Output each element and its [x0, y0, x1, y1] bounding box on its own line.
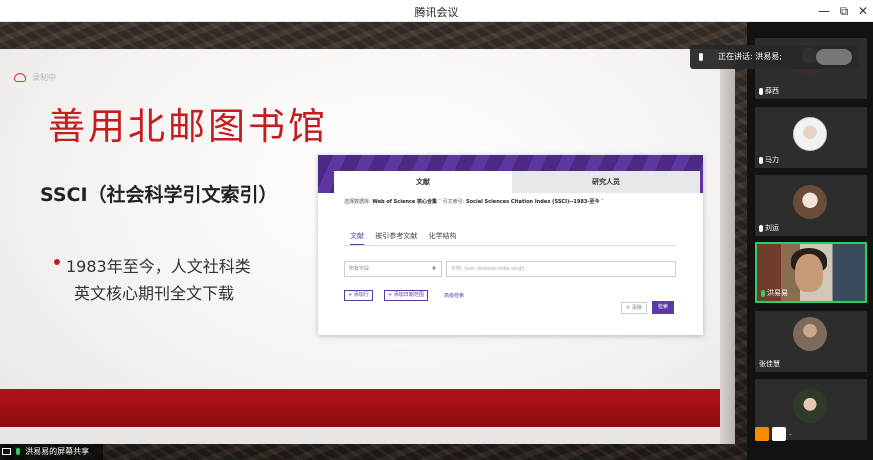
- bullet-line-1: 1983年至今，人文社科类: [66, 257, 251, 276]
- citation-index-value[interactable]: Social Sciences Citation Index (SSCI)--1…: [466, 199, 599, 205]
- slide-bottom-edge: [0, 427, 720, 444]
- database-value[interactable]: Web of Science 核心合集: [372, 199, 437, 205]
- slide-red-band: [0, 389, 720, 427]
- participant-name: 马力: [759, 155, 779, 165]
- recording-icon: [14, 73, 26, 82]
- search-input[interactable]: 示例: liver disease india singh: [446, 261, 676, 277]
- participant-strip: .: [755, 425, 867, 445]
- participant-tile-speaking[interactable]: 洪易易: [755, 242, 867, 303]
- database-selector[interactable]: 选择数据库: Web of Science 核心合集 ˅ 引文索引: Socia…: [344, 198, 603, 205]
- subtab-cited-references[interactable]: 被引参考文献: [375, 232, 417, 240]
- participant-name: 洪易易: [761, 288, 788, 298]
- chevron-down-icon: ▼: [432, 266, 436, 272]
- screen-share-label: 洪易易的屏幕共享: [0, 444, 103, 460]
- wos-tabs: 文献 研究人员: [334, 171, 700, 193]
- video-face: [795, 254, 823, 292]
- recording-label: 录制中: [32, 73, 56, 82]
- mic-icon: [759, 156, 763, 164]
- participant-name: 张佳慧: [759, 360, 780, 368]
- divider: [344, 245, 676, 246]
- citation-index-label: 引文索引:: [442, 199, 465, 205]
- slide-edge: [720, 49, 735, 444]
- close-button[interactable]: ✕: [854, 2, 872, 20]
- avatar: [793, 389, 827, 423]
- screen-share-icon: [2, 448, 11, 455]
- bullet-line-2: 英文核心期刊全文下载: [74, 284, 235, 303]
- avatar: [793, 117, 827, 151]
- avatar: [793, 185, 827, 219]
- search-button[interactable]: 检索: [652, 301, 674, 314]
- bullet-dot-icon: [54, 259, 60, 265]
- user-icon[interactable]: [755, 427, 769, 441]
- field-select-value: 所有字段: [349, 266, 370, 272]
- avatar: [793, 317, 827, 351]
- slide-title: 善用北邮图书馆: [48, 105, 328, 148]
- add-date-range-button[interactable]: + 添加日期范围: [384, 290, 428, 301]
- mic-icon: [699, 53, 703, 61]
- window-title: 腾讯会议: [414, 6, 459, 19]
- mic-icon: [15, 448, 20, 455]
- restore-button[interactable]: ⧉: [835, 2, 853, 20]
- participant-tile[interactable]: 张佳慧: [755, 311, 867, 372]
- mic-icon: [759, 87, 763, 95]
- participant-name: 薛西: [759, 86, 779, 96]
- add-row-button[interactable]: + 添加行: [344, 290, 373, 301]
- web-of-science-panel: 文献 研究人员 选择数据库: Web of Science 核心合集 ˅ 引文索…: [318, 155, 703, 335]
- minimize-button[interactable]: —: [815, 2, 833, 20]
- participant-tile[interactable]: 马力: [755, 107, 867, 168]
- tab-documents[interactable]: 文献: [334, 171, 512, 193]
- participant-tile[interactable]: 刘运: [755, 175, 867, 236]
- subtab-documents[interactable]: 文献: [350, 232, 364, 246]
- participant-name: .: [789, 428, 792, 437]
- advanced-search-link[interactable]: 高级检索: [444, 292, 464, 299]
- speaking-indicator: 正在讲话: 洪易易;: [690, 45, 858, 69]
- mic-icon[interactable]: [772, 427, 786, 441]
- subtab-chemical-structure[interactable]: 化学结构: [428, 232, 456, 240]
- mic-active-icon: [761, 289, 765, 297]
- screen-share-owner: 洪易易的屏幕共享: [25, 447, 90, 456]
- reaction-icon[interactable]: [816, 49, 852, 65]
- slide-bullet: 1983年至今，人文社科类 英文核心期刊全文下载: [54, 253, 251, 307]
- mic-icon: [759, 224, 763, 232]
- slide-subtitle: SSCI（社会科学引文索引）: [40, 184, 278, 206]
- title-bar: 腾讯会议 — ⧉ ✕: [0, 0, 873, 22]
- tab-researchers[interactable]: 研究人员: [512, 171, 700, 193]
- field-select[interactable]: 所有字段 ▼: [344, 261, 442, 277]
- speaking-label: 正在讲话: 洪易易;: [718, 52, 782, 61]
- search-type-tabs: 文献 被引参考文献 化学结构: [350, 231, 465, 246]
- participant-name: 刘运: [759, 223, 779, 233]
- clear-button[interactable]: × 清除: [621, 302, 647, 314]
- database-label: 选择数据库:: [344, 199, 371, 205]
